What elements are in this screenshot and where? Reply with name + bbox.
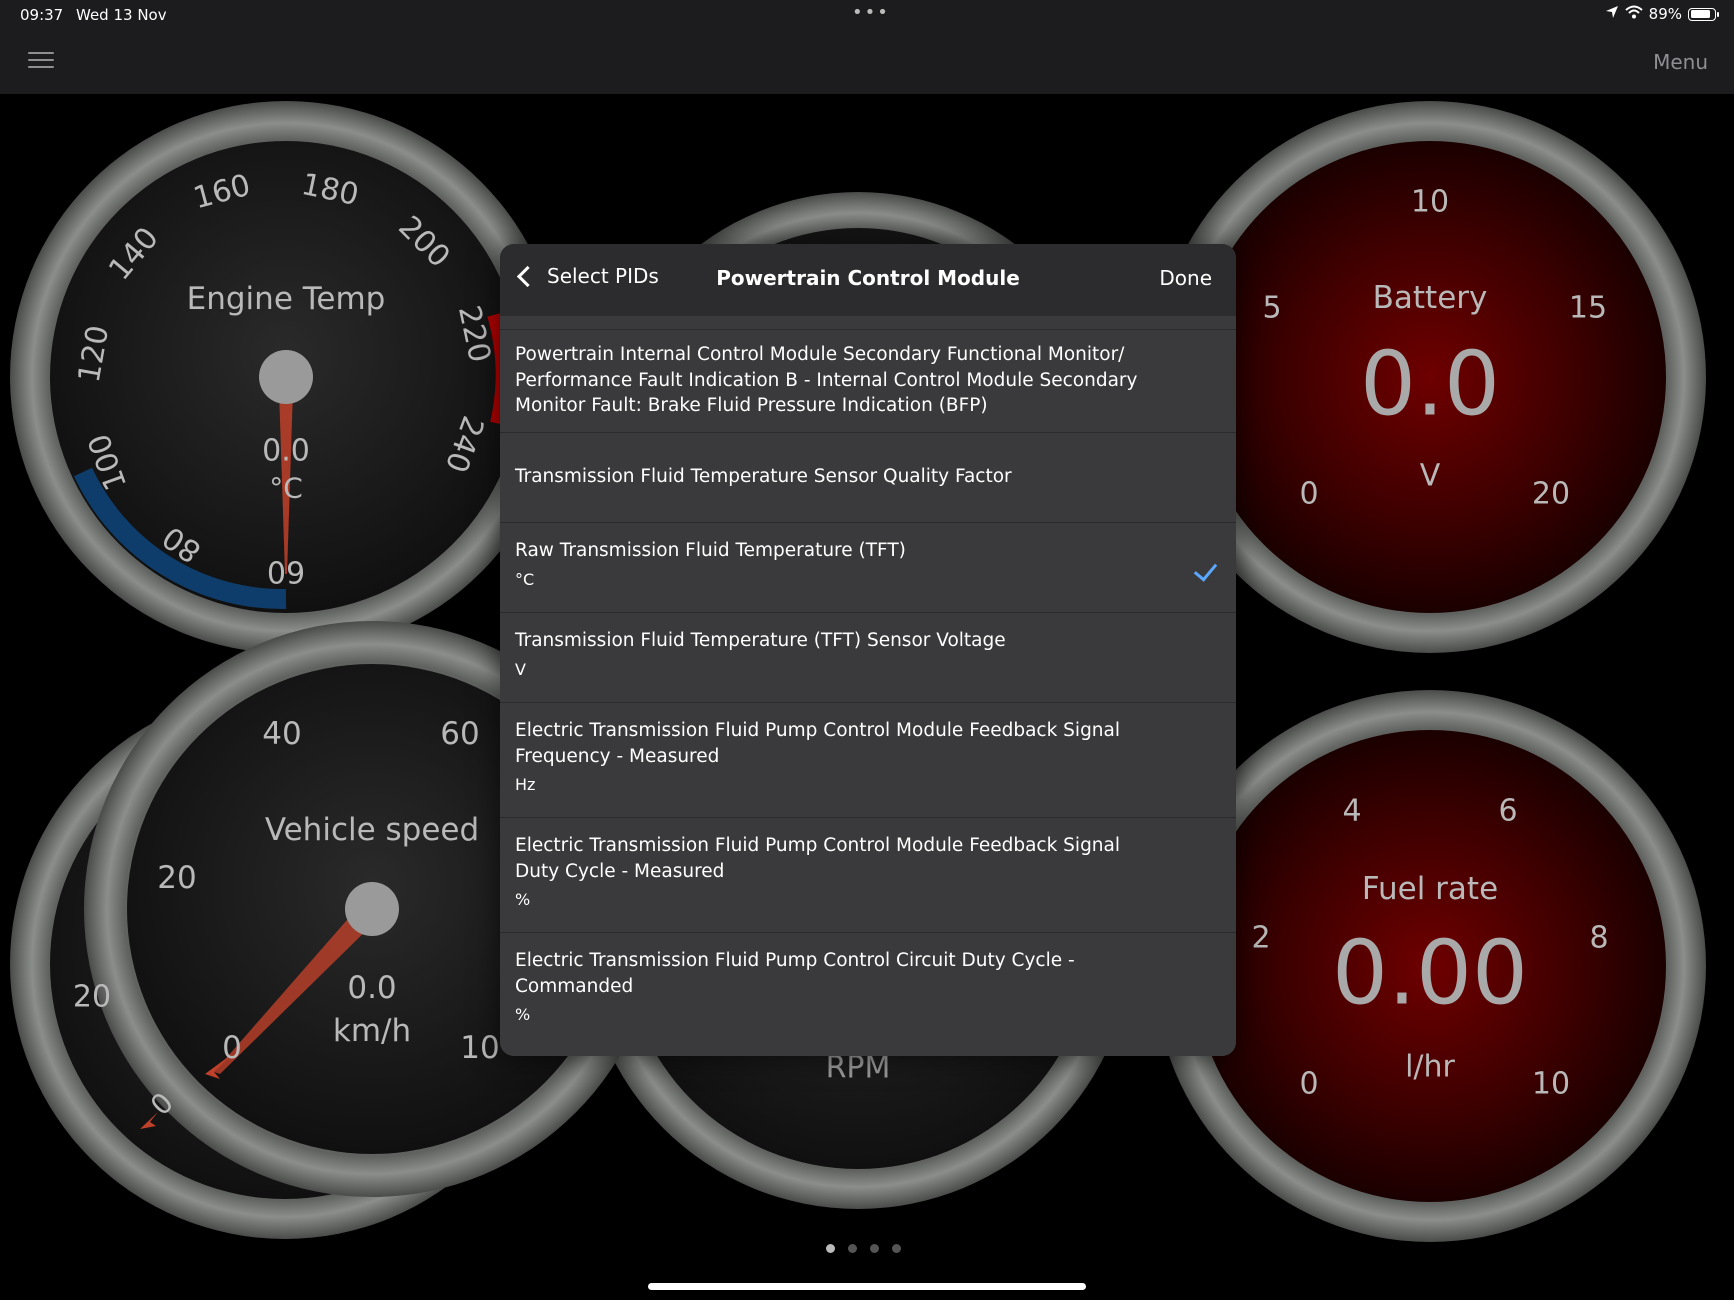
speed-title: Vehicle speed xyxy=(264,812,480,848)
engine-temp-unit: °C xyxy=(269,471,303,505)
pid-list-item[interactable]: Transmission Fluid Temperature (TFT) Sen… xyxy=(500,612,1236,702)
battery-tick: 15 xyxy=(1568,290,1608,326)
page-dot[interactable] xyxy=(892,1244,901,1253)
engine-temp-tick: 60 xyxy=(266,553,306,589)
status-time: 09:37 xyxy=(20,6,64,24)
speed-tick: 20 xyxy=(157,860,197,896)
page-indicator[interactable] xyxy=(826,1244,901,1253)
fuel-tick: 4 xyxy=(1342,793,1362,829)
multitasking-dots-icon[interactable]: ••• xyxy=(852,2,890,23)
pid-title: Powertrain Internal Control Module Secon… xyxy=(515,344,1138,416)
page-dot[interactable] xyxy=(848,1244,857,1253)
status-bar: 09:37 Wed 13 Nov ••• 89% xyxy=(0,0,1734,30)
pid-unit: V xyxy=(515,659,526,679)
pid-list-item[interactable]: Electric Transmission Fluid Pump Control… xyxy=(500,702,1236,817)
pid-unit: % xyxy=(515,890,531,909)
battery-unit: V xyxy=(1419,458,1441,494)
pid-title: Transmission Fluid Temperature Sensor Qu… xyxy=(515,466,1012,487)
pid-unit: Hz xyxy=(515,775,536,794)
page-dot[interactable] xyxy=(870,1244,879,1253)
done-button[interactable]: Done xyxy=(1159,266,1212,290)
fuel-value: 0.00 xyxy=(1332,921,1528,1025)
pid-title: Electric Transmission Fluid Pump Control… xyxy=(515,720,1121,767)
fuel-title: Fuel rate xyxy=(1361,871,1499,907)
fuel-tick: 6 xyxy=(1498,793,1518,829)
engine-temp-value: 0.0 xyxy=(262,433,310,469)
fuel-tick: 2 xyxy=(1251,920,1271,956)
battery-tick: 20 xyxy=(1531,476,1571,512)
wifi-icon xyxy=(1624,5,1643,23)
pid-title: Electric Transmission Fluid Pump Control… xyxy=(515,835,1121,882)
battery-icon xyxy=(1688,7,1719,21)
pid-title: Raw Transmission Fluid Temperature (TFT) xyxy=(515,540,906,561)
fuel-tick: 0 xyxy=(1299,1066,1319,1102)
fuel-tick: 8 xyxy=(1589,920,1609,956)
engine-temp-title: Engine Temp xyxy=(186,281,386,317)
checkmark-icon xyxy=(1193,557,1218,582)
location-arrow-icon xyxy=(1605,5,1619,23)
battery-title: Battery xyxy=(1372,280,1488,316)
home-indicator[interactable] xyxy=(648,1283,1086,1290)
speed-tick: 40 xyxy=(262,716,302,752)
page-dot[interactable] xyxy=(826,1244,835,1253)
modal-header: Select PIDs Powertrain Control Module Do… xyxy=(500,244,1236,316)
status-indicators: 89% xyxy=(1605,5,1719,23)
speed-tick: 60 xyxy=(440,716,480,752)
pid-title: Transmission Fluid Temperature (TFT) Sen… xyxy=(515,630,1006,651)
battery-value: 0.0 xyxy=(1360,332,1500,436)
pid-list-item[interactable]: Raw Transmission Fluid Temperature (TFT)… xyxy=(500,522,1236,612)
status-date: Wed 13 Nov xyxy=(76,6,167,24)
top-nav-bar: Menu xyxy=(0,30,1734,94)
pid-unit: °C xyxy=(515,569,535,589)
back-gauge-tick: 20 xyxy=(72,979,112,1015)
pid-list-item[interactable]: Electric Transmission Fluid Pump Control… xyxy=(500,817,1236,932)
speed-value: 0.0 xyxy=(347,970,397,1006)
battery-tick: 5 xyxy=(1262,290,1282,326)
battery-percent: 89% xyxy=(1648,5,1682,23)
pid-title: Electric Transmission Fluid Pump Control… xyxy=(515,950,1075,997)
hamburger-menu-icon[interactable] xyxy=(28,52,54,72)
speed-tick: 0 xyxy=(222,1030,242,1066)
fuel-unit: l/hr xyxy=(1405,1049,1455,1085)
battery-tick: 10 xyxy=(1410,184,1450,220)
fuel-tick: 10 xyxy=(1531,1066,1571,1102)
speed-tick: 10 xyxy=(460,1030,500,1066)
speed-unit: km/h xyxy=(332,1013,412,1049)
pid-list-item[interactable]: Powertrain Internal Control Module Secon… xyxy=(500,329,1236,432)
menu-button[interactable]: Menu xyxy=(1653,50,1708,74)
select-pids-modal: Select PIDs Powertrain Control Module Do… xyxy=(500,244,1236,1056)
pid-list-item[interactable]: Electric Transmission Fluid Pump Control… xyxy=(500,932,1236,1056)
pid-list[interactable]: Powertrain Internal Control Module Secon… xyxy=(500,316,1236,1056)
pid-list-item[interactable]: Transmission Fluid Temperature Sensor Qu… xyxy=(500,432,1236,522)
battery-tick: 0 xyxy=(1299,476,1319,512)
modal-title: Powertrain Control Module xyxy=(716,266,1020,290)
pid-unit: % xyxy=(515,1005,531,1024)
